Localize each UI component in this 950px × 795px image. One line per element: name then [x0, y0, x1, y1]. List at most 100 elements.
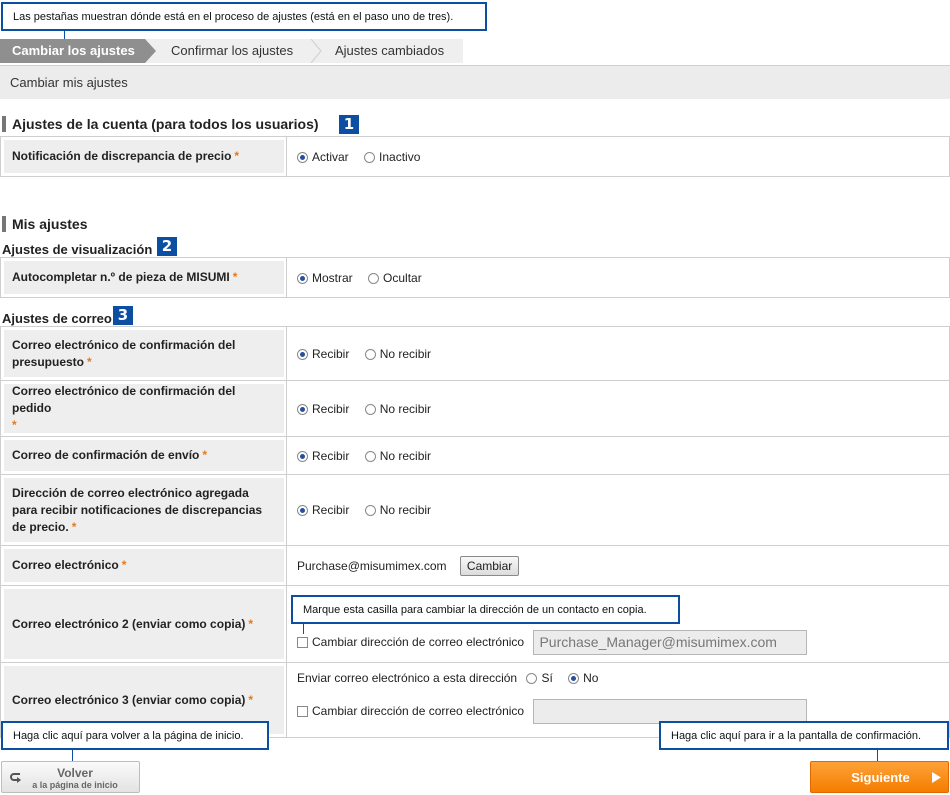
- value-cell: Recibir No recibir: [286, 437, 950, 475]
- radio-checked-icon[interactable]: [297, 450, 308, 462]
- radio-unchecked-icon[interactable]: [364, 505, 376, 516]
- price-alert-off-option[interactable]: Inactivo: [364, 150, 420, 164]
- radio-unchecked-icon[interactable]: [364, 151, 376, 163]
- change-email-button[interactable]: Cambiar: [459, 555, 520, 576]
- checkbox-icon[interactable]: [297, 636, 308, 648]
- step-badge-3: 3: [113, 306, 133, 325]
- quote-confirm-noreceive-option[interactable]: No recibir: [364, 347, 431, 361]
- tabs-help-text: Las pestañas muestran dónde está en el p…: [13, 11, 454, 23]
- back-to-home-button[interactable]: Volver a la página de inicio: [1, 761, 140, 793]
- quote-confirm-label: Correo electrónico de confirmación del p…: [12, 337, 236, 369]
- radio-checked-icon[interactable]: [297, 403, 308, 415]
- ship-confirm-label: Correo de confirmación de envío: [12, 448, 200, 462]
- order-confirm-noreceive-option[interactable]: No recibir: [364, 401, 432, 416]
- email2-change-checkbox[interactable]: Cambiar dirección de correo electrónico: [297, 635, 524, 649]
- cc-checkbox-help-callout: Marque esta casilla para cambiar la dire…: [291, 595, 680, 624]
- value-cell: Activar Inactivo: [286, 137, 950, 177]
- account-section-title: Ajustes de la cuenta (para todos los usu…: [2, 116, 319, 132]
- label-cell: Correo electrónico 2 (enviar como copia)…: [0, 586, 286, 663]
- ship-confirm-receive-option[interactable]: Recibir: [297, 449, 349, 463]
- radio-checked-icon[interactable]: [568, 673, 580, 684]
- tab-change-settings-label: Cambiar los ajustes: [12, 43, 135, 58]
- checkbox-icon[interactable]: [297, 705, 308, 717]
- label-cell: Notificación de discrepancia de precio *: [0, 137, 286, 177]
- required-mark: *: [71, 519, 77, 534]
- page-title: Cambiar mis ajustes: [10, 75, 128, 90]
- option-label: No recibir: [379, 448, 432, 463]
- email-value: Purchase@misumimex.com: [297, 558, 447, 573]
- radio-checked-icon[interactable]: [297, 348, 308, 360]
- tab-settings-changed-label: Ajustes cambiados: [335, 43, 445, 58]
- mail-settings-table: Correo electrónico de confirmación del p…: [0, 326, 950, 738]
- required-mark: *: [248, 692, 254, 707]
- label-cell: Dirección de correo electrónico agregada…: [0, 475, 286, 546]
- back-button-label: Volver: [57, 766, 93, 780]
- autocomplete-label: Autocompletar n.º de pieza de MISUMI: [12, 270, 230, 284]
- radio-checked-icon[interactable]: [297, 505, 308, 516]
- table-row: Autocompletar n.º de pieza de MISUMI * Mo…: [0, 258, 950, 298]
- radio-unchecked-icon[interactable]: [526, 673, 538, 684]
- required-mark: *: [12, 418, 17, 432]
- label-cell: Autocompletar n.º de pieza de MISUMI *: [0, 258, 286, 298]
- price-alert-addr-receive-option[interactable]: Recibir: [297, 503, 349, 517]
- tab-change-settings: Cambiar los ajustes: [0, 39, 145, 63]
- back-help-text: Haga clic aquí para volver a la página d…: [13, 730, 244, 742]
- quote-confirm-receive-option[interactable]: Recibir: [297, 347, 349, 361]
- value-cell: Recibir No recibir: [286, 475, 950, 546]
- back-help-leader: [72, 750, 73, 761]
- email3-yes-option[interactable]: Sí: [526, 671, 553, 685]
- price-alert-label: Notificación de discrepancia de precio: [12, 149, 232, 163]
- label-cell: Correo electrónico *: [0, 546, 286, 586]
- price-alert-addr-label: Dirección de correo electrónico agregada…: [12, 485, 263, 534]
- back-help-callout: Haga clic aquí para volver a la página d…: [1, 721, 269, 750]
- radio-checked-icon[interactable]: [297, 272, 308, 284]
- display-settings-title-text: Ajustes de visualización: [2, 242, 153, 257]
- radio-unchecked-icon[interactable]: [364, 450, 376, 462]
- back-button-sublabel: a la página de inicio: [32, 780, 118, 790]
- mail-settings-title: Ajustes de correo: [2, 311, 112, 327]
- option-label: Recibir: [312, 401, 350, 416]
- order-confirm-receive-option[interactable]: Recibir: [297, 402, 349, 416]
- next-button[interactable]: Siguiente: [810, 761, 949, 793]
- table-row: Correo electrónico * Purchase@misumimex.c…: [0, 546, 950, 586]
- cc-checkbox-help-text: Marque esta casilla para cambiar la dire…: [303, 604, 647, 616]
- ship-confirm-noreceive-option[interactable]: No recibir: [364, 448, 432, 463]
- tab-settings-changed: Ajustes cambiados: [335, 39, 444, 63]
- radio-unchecked-icon[interactable]: [364, 348, 376, 360]
- email3-send-label: Enviar correo electrónico a esta direcci…: [297, 671, 518, 685]
- option-label: Recibir: [312, 503, 350, 517]
- radio-checked-icon[interactable]: [297, 151, 308, 163]
- email2-input[interactable]: Purchase_Manager@misumimex.com: [533, 630, 808, 655]
- play-arrow-icon: [932, 772, 941, 783]
- table-row: Correo electrónico de confirmación del p…: [0, 327, 950, 381]
- progress-tabs: Cambiar los ajustes Confirmar los ajuste…: [0, 39, 463, 63]
- my-settings-title-text: Mis ajustes: [12, 216, 88, 232]
- account-section-title-text: Ajustes de la cuenta (para todos los usu…: [12, 116, 319, 132]
- step-badge-1: 1: [339, 115, 359, 134]
- option-label: Inactivo: [379, 149, 421, 164]
- display-settings-title: Ajustes de visualización: [2, 242, 152, 258]
- label-cell: Correo de confirmación de envío *: [0, 437, 286, 475]
- email3-no-option[interactable]: No: [568, 671, 598, 685]
- radio-unchecked-icon[interactable]: [364, 403, 376, 415]
- table-row: Correo electrónico de confirmación del p…: [0, 381, 950, 437]
- account-settings-table: Notificación de discrepancia de precio * …: [0, 136, 950, 177]
- required-mark: *: [234, 149, 240, 163]
- autocomplete-show-option[interactable]: Mostrar: [297, 271, 353, 285]
- radio-unchecked-icon[interactable]: [368, 272, 380, 284]
- tab-confirm-settings-label: Confirmar los ajustes: [171, 43, 294, 58]
- price-alert-on-option[interactable]: Activar: [297, 150, 349, 164]
- value-cell: Purchase@misumimex.com Cambiar: [286, 546, 950, 586]
- next-help-callout: Haga clic aquí para ir a la pantalla de …: [659, 721, 949, 750]
- checkbox-label: Cambiar dirección de correo electrónico: [312, 634, 525, 649]
- label-cell: Correo electrónico de confirmación del p…: [0, 381, 286, 437]
- page-header: Cambiar mis ajustes: [0, 65, 950, 99]
- email3-change-checkbox[interactable]: Cambiar dirección de correo electrónico: [297, 704, 524, 718]
- value-cell: Mostrar Ocultar: [286, 258, 950, 298]
- option-label: No recibir: [379, 401, 432, 416]
- autocomplete-hide-option[interactable]: Ocultar: [368, 271, 422, 285]
- price-alert-addr-noreceive-option[interactable]: No recibir: [364, 503, 431, 517]
- email-label: Correo electrónico: [12, 558, 119, 572]
- tabs-help-callout: Las pestañas muestran dónde está en el p…: [1, 2, 487, 31]
- email2-label: Correo electrónico 2 (enviar como copia): [12, 616, 246, 631]
